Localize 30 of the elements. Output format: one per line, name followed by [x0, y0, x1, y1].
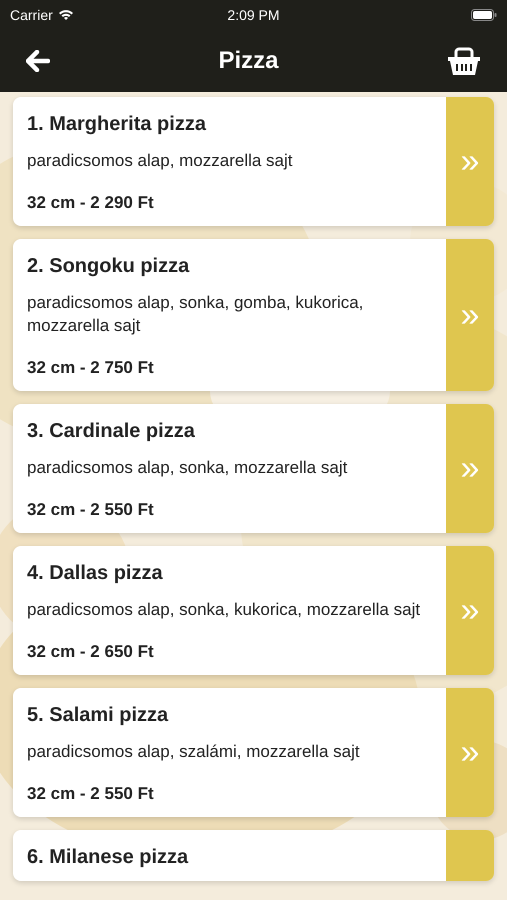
pizza-price: 32 cm - 2 550 Ft — [27, 499, 155, 521]
pizza-name: 3. Cardinale pizza — [27, 419, 196, 444]
pizza-card[interactable]: 2. Songoku pizza paradicsomos alap, sonka, gomba, kukorica, mozzarella sajt 32 cm - 2 750 Ft » — [13, 239, 494, 391]
pizza-card[interactable]: 3. Cardinale pizza paradicsomos alap, sonka, mozzarella sajt 32 cm - 2 550 Ft » — [13, 404, 494, 533]
pizza-name: 2. Songoku pizza — [27, 254, 190, 279]
pizza-price: 32 cm - 2 290 Ft — [27, 192, 155, 214]
back-button[interactable] — [25, 48, 51, 74]
status-time: 2:09 PM — [227, 6, 280, 24]
pizza-name: 1. Margherita pizza — [27, 112, 208, 137]
page-title: Pizza — [218, 46, 279, 76]
pizza-name: 6. Milanese pizza — [27, 845, 190, 870]
pizza-name: 4. Dallas pizza — [27, 561, 164, 586]
pizza-price: 32 cm - 2 650 Ft — [27, 641, 155, 663]
pizza-card[interactable]: 6. Milanese pizza — [13, 830, 494, 881]
pizza-price: 32 cm - 2 550 Ft — [27, 783, 155, 805]
pizza-ingredients: paradicsomos alap, sonka, gomba, kukorica, mozzarella sajt — [27, 292, 364, 337]
pizza-ingredients: paradicsomos alap, sonka, kukorica, mozzarella sajt — [27, 599, 422, 621]
pizza-card[interactable]: 4. Dallas pizza paradicsomos alap, sonka, kukorica, mozzarella sajt 32 cm - 2 650 Ft » — [13, 546, 494, 675]
battery-icon — [470, 9, 497, 21]
back-arrow-icon — [26, 50, 50, 72]
pizza-ingredients: paradicsomos alap, sonka, mozzarella sajt — [27, 457, 348, 479]
basket-icon — [447, 45, 481, 77]
pizza-price: 32 cm - 2 750 Ft — [27, 357, 155, 379]
carrier-label: Carrier — [10, 6, 53, 24]
pizza-ingredients: paradicsomos alap, szalámi, mozzarella sajt — [27, 741, 361, 763]
wifi-icon — [58, 9, 74, 21]
pizza-ingredients: paradicsomos alap, mozzarella sajt — [27, 150, 294, 172]
pizza-card[interactable]: 5. Salami pizza paradicsomos alap, szalámi, mozzarella sajt 32 cm - 2 550 Ft » — [13, 688, 494, 817]
pizza-card[interactable]: 1. Margherita pizza paradicsomos alap, mozzarella sajt 32 cm - 2 290 Ft » — [13, 97, 494, 226]
pizza-name: 5. Salami pizza — [27, 703, 170, 728]
